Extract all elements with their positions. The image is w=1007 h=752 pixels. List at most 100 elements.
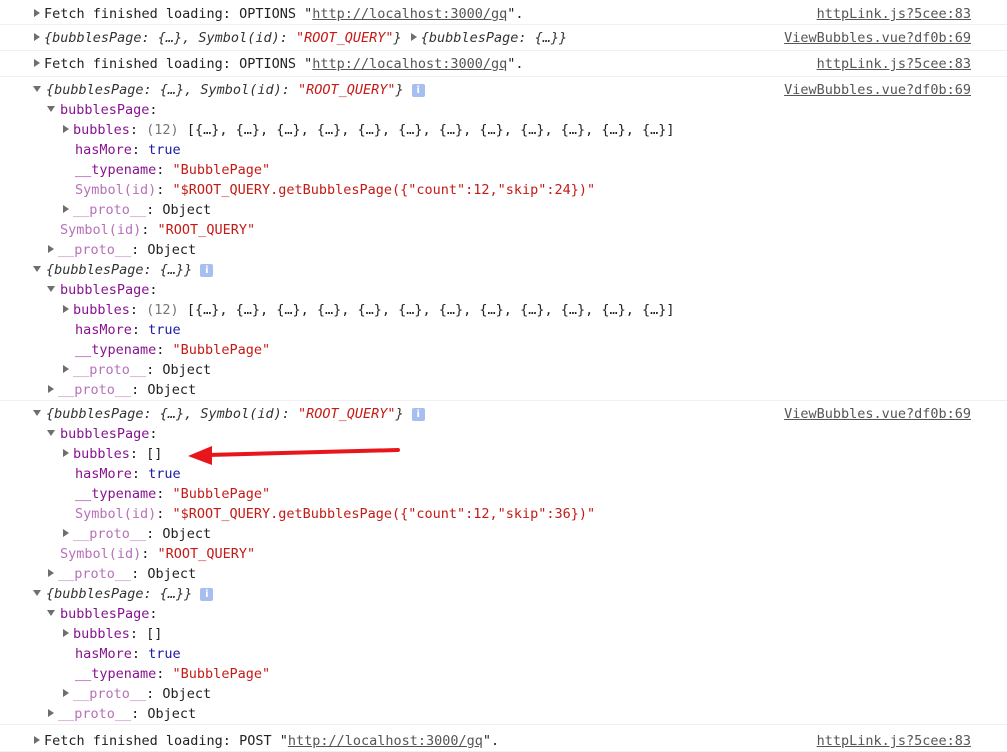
prop-root-proto[interactable]: __proto__: Object (0, 704, 1007, 724)
prop-value: Object (147, 382, 197, 398)
triangle-right-icon[interactable] (48, 385, 54, 393)
object-summary-string: "ROOT_QUERY" (297, 406, 396, 422)
source-link[interactable]: ViewBubbles.vue?df0b:69 (784, 28, 971, 48)
prop-bubbles-page[interactable]: bubblesPage: (0, 604, 1007, 624)
prop-key: bubblesPage (60, 606, 150, 622)
object-summary-string: "ROOT_QUERY" (295, 30, 394, 46)
prop-has-more: hasMore: true (75, 322, 181, 338)
prop-proto[interactable]: __proto__: Object (0, 524, 1007, 544)
info-icon[interactable]: i (200, 587, 214, 601)
prop-root-proto[interactable]: __proto__: Object (0, 240, 1007, 260)
info-icon[interactable]: i (200, 263, 214, 277)
object-summary[interactable]: {bubblesPage: {…}} (46, 262, 192, 278)
prop-bubbles-page[interactable]: bubblesPage: (0, 280, 1007, 300)
source-link[interactable]: ViewBubbles.vue?df0b:69 (784, 80, 971, 100)
log-summary-line[interactable]: {bubblesPage: {…}} i (0, 584, 1007, 604)
prop-key: __proto__ (73, 362, 147, 378)
prop-bubbles-page[interactable]: bubblesPage: (0, 100, 1007, 120)
prop-key: __typename (75, 666, 157, 682)
object-summary[interactable]: {bubblesPage: {…}} (46, 586, 192, 602)
triangle-right-icon[interactable] (34, 59, 40, 67)
prop-typename: __typename: "BubblePage" (75, 486, 271, 502)
object-summary-string: "ROOT_QUERY" (297, 82, 396, 98)
prop-root-proto[interactable]: __proto__: Object (0, 564, 1007, 584)
prop-key: __proto__ (58, 382, 132, 398)
triangle-right-icon[interactable] (63, 689, 69, 697)
prop-value: "ROOT_QUERY" (157, 546, 256, 562)
triangle-down-icon[interactable] (47, 106, 55, 112)
triangle-down-icon[interactable] (47, 430, 55, 436)
triangle-down-icon[interactable] (33, 86, 41, 92)
prop-proto[interactable]: __proto__: Object (0, 360, 1007, 380)
triangle-right-icon[interactable] (63, 529, 69, 537)
object-summary[interactable]: {bubblesPage: {…}, Symbol(id): (46, 82, 298, 98)
source-link[interactable]: httpLink.js?5cee:83 (817, 4, 971, 24)
prop-bubbles[interactable]: bubbles: [] (0, 624, 1007, 644)
prop-has-more: hasMore: true (75, 646, 181, 662)
triangle-down-icon[interactable] (47, 610, 55, 616)
prop-proto[interactable]: __proto__: Object (0, 684, 1007, 704)
prop-bubbles-page[interactable]: bubblesPage: (0, 424, 1007, 444)
fetch-url[interactable]: http://localhost:3000/gq (312, 56, 507, 72)
triangle-right-icon[interactable] (48, 245, 54, 253)
prop-key: __proto__ (58, 242, 132, 258)
triangle-right-icon[interactable] (34, 736, 40, 744)
prop-key: __proto__ (58, 706, 132, 722)
triangle-down-icon[interactable] (33, 590, 41, 596)
prop-key: __typename (75, 342, 157, 358)
console-message-fetch: Fetch finished loading: OPTIONS "http://… (0, 51, 1007, 77)
triangle-down-icon[interactable] (33, 266, 41, 272)
source-link[interactable]: httpLink.js?5cee:83 (817, 731, 971, 751)
source-link[interactable]: httpLink.js?5cee:83 (817, 54, 971, 74)
info-icon[interactable]: i (411, 407, 425, 421)
prop-value: Object (162, 202, 212, 218)
prop-key: Symbol(id) (75, 506, 157, 522)
prop-value: Object (147, 566, 197, 582)
prop-value: "BubblePage" (172, 342, 271, 358)
triangle-right-icon[interactable] (63, 449, 69, 457)
prop-key: __typename (75, 486, 157, 502)
prop-root-proto[interactable]: __proto__: Object (0, 380, 1007, 400)
object-summary[interactable]: {bubblesPage: {…}, Symbol(id): (46, 406, 298, 422)
info-icon[interactable]: i (411, 83, 425, 97)
prop-value: "ROOT_QUERY" (157, 222, 256, 238)
prop-bubbles[interactable]: bubbles: [] (0, 444, 1007, 464)
triangle-right-icon[interactable] (63, 125, 69, 133)
triangle-right-icon[interactable] (34, 33, 40, 41)
triangle-right-icon[interactable] (410, 33, 417, 41)
prop-typename: __typename: "BubblePage" (75, 162, 271, 178)
prop-key: __proto__ (73, 202, 147, 218)
prop-has-more: hasMore: true (75, 142, 181, 158)
log-summary-line[interactable]: {bubblesPage: {…}, Symbol(id): "ROOT_QUE… (0, 28, 1007, 48)
object-summary[interactable]: {bubblesPage: {…}, Symbol(id): (44, 30, 296, 46)
log-summary-line[interactable]: {bubblesPage: {…}, Symbol(id): "ROOT_QUE… (0, 404, 1007, 424)
prop-value: true (148, 466, 181, 482)
fetch-line[interactable]: Fetch finished loading: OPTIONS "http://… (0, 54, 1007, 74)
triangle-down-icon[interactable] (47, 286, 55, 292)
fetch-line[interactable]: Fetch finished loading: OPTIONS "http://… (0, 4, 1007, 24)
prop-key: __proto__ (73, 686, 147, 702)
triangle-right-icon[interactable] (63, 305, 69, 313)
prop-value: Object (162, 686, 212, 702)
prop-proto[interactable]: __proto__: Object (0, 200, 1007, 220)
triangle-right-icon[interactable] (63, 629, 69, 637)
prop-value: "BubblePage" (172, 486, 271, 502)
prop-key: bubbles (73, 626, 130, 642)
object-summary-2[interactable]: {bubblesPage: {…}} (421, 30, 567, 46)
triangle-right-icon[interactable] (63, 205, 69, 213)
triangle-right-icon[interactable] (34, 9, 40, 17)
log-summary-line[interactable]: {bubblesPage: {…}} i (0, 260, 1007, 280)
source-link[interactable]: ViewBubbles.vue?df0b:69 (784, 404, 971, 424)
fetch-line[interactable]: Fetch finished loading: POST "http://loc… (0, 731, 1007, 751)
triangle-right-icon[interactable] (63, 365, 69, 373)
triangle-right-icon[interactable] (48, 709, 54, 717)
triangle-right-icon[interactable] (48, 569, 54, 577)
log-summary-line[interactable]: {bubblesPage: {…}, Symbol(id): "ROOT_QUE… (0, 80, 1007, 100)
prop-value: "$ROOT_QUERY.getBubblesPage({"count":12,… (172, 182, 596, 198)
prop-bubbles[interactable]: bubbles: (12) [{…}, {…}, {…}, {…}, {…}, … (0, 300, 1007, 320)
triangle-down-icon[interactable] (33, 410, 41, 416)
prop-bubbles[interactable]: bubbles: (12) [{…}, {…}, {…}, {…}, {…}, … (0, 120, 1007, 140)
red-arrow-icon (188, 446, 400, 465)
fetch-url[interactable]: http://localhost:3000/gq (288, 733, 483, 749)
fetch-url[interactable]: http://localhost:3000/gq (312, 6, 507, 22)
